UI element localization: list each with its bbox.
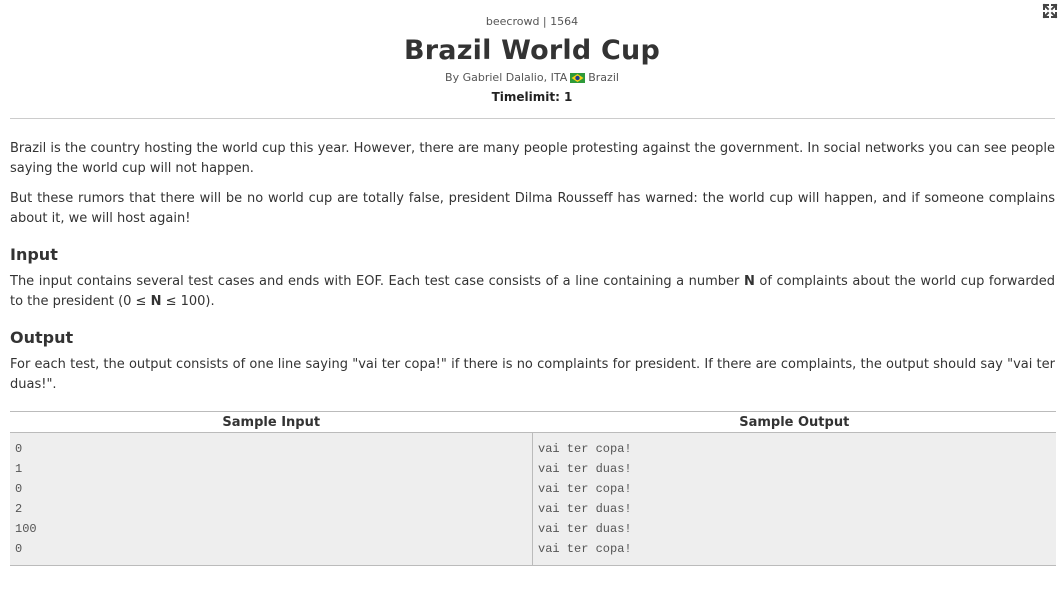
sample-output-cell[interactable]: vai ter copa! vai ter duas! vai ter copa…	[532, 432, 1056, 566]
page-title: Brazil World Cup	[404, 35, 660, 66]
input-var-n: N	[743, 274, 755, 289]
sample-input-line: 1	[15, 462, 23, 476]
sample-output-line: vai ter copa!	[538, 442, 632, 456]
sample-input-line: 0	[15, 442, 23, 456]
input-description: The input contains several test cases an…	[10, 272, 1055, 312]
input-heading: Input	[10, 245, 58, 264]
author-country: Brazil	[588, 71, 619, 84]
problem-id: beecrowd | 1564	[485, 15, 579, 28]
output-description: For each test, the output consists of on…	[10, 357, 1055, 392]
description-paragraph-1: Brazil is the country hosting the world …	[10, 141, 1055, 176]
brazil-flag-icon	[570, 73, 586, 83]
timelimit: Timelimit: 1	[491, 90, 573, 104]
input-text-1: The input contains several test cases an…	[10, 274, 744, 289]
sample-input-line: 0	[15, 482, 23, 496]
input-var-n-2: N	[150, 294, 162, 309]
sample-output-header: Sample Output	[532, 411, 1056, 433]
sample-input-line: 100	[15, 522, 37, 536]
problem-header: beecrowd | 1564 Brazil World Cup By Gabr…	[0, 0, 1064, 105]
sample-output-line: vai ter copa!	[538, 542, 632, 556]
output-heading: Output	[10, 328, 74, 347]
sample-input-cell[interactable]: 0 1 0 2 100 0	[10, 432, 533, 566]
sample-input-line: 0	[15, 542, 23, 556]
sample-output-line: vai ter duas!	[538, 502, 632, 516]
samples-table: Sample Input Sample Output 0 1 0 2 100 0…	[10, 411, 1056, 566]
input-text-3: ≤ 100).	[161, 294, 215, 309]
expand-fullscreen-icon[interactable]	[1042, 3, 1058, 19]
sample-output-line: vai ter duas!	[538, 522, 632, 536]
problem-description: Brazil is the country hosting the world …	[0, 139, 1064, 395]
sample-output-line: vai ter duas!	[538, 462, 632, 476]
sample-output-line: vai ter copa!	[538, 482, 632, 496]
author-name: By Gabriel Dalalio, ITA	[445, 71, 568, 84]
header-divider	[10, 118, 1055, 119]
description-paragraph-2: But these rumors that there will be no w…	[10, 191, 1055, 226]
problem-author: By Gabriel Dalalio, ITA Brazil	[0, 70, 1064, 86]
sample-input-line: 2	[15, 502, 23, 516]
sample-input-header: Sample Input	[10, 411, 533, 433]
